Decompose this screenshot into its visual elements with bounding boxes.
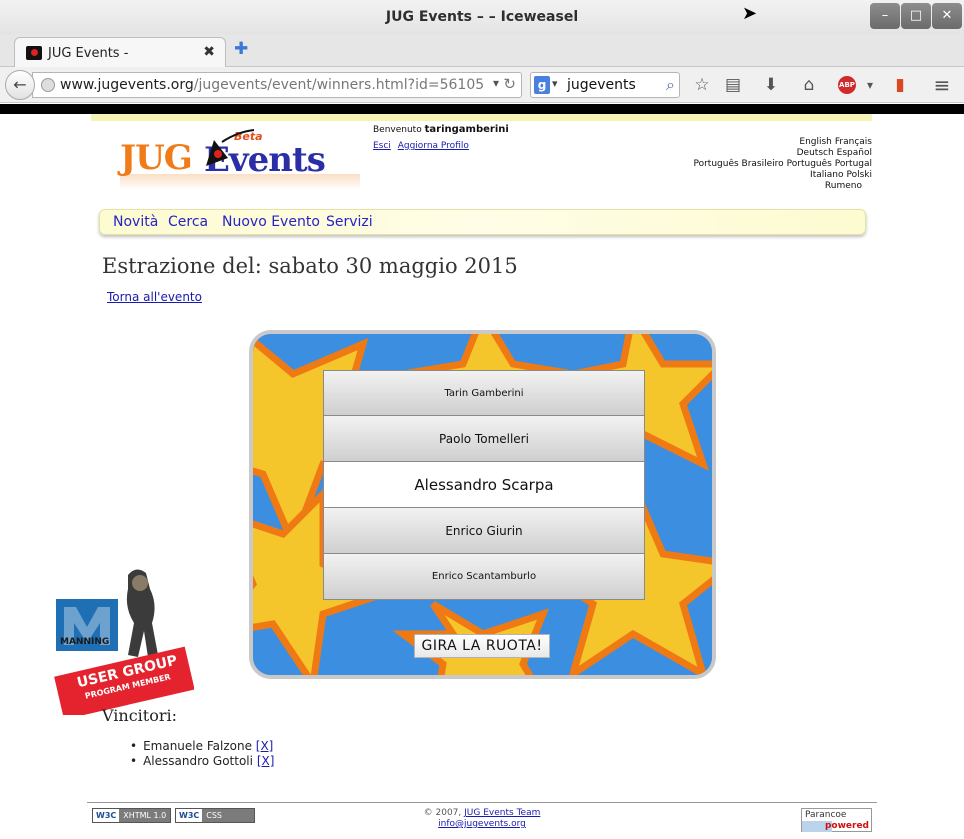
lang-german[interactable]: Deutsch (797, 148, 834, 158)
parancoe-label: Parancoe (805, 810, 847, 820)
xhtml-label: XHTML 1.0 (123, 811, 167, 820)
back-to-event-link[interactable]: Torna all'evento (107, 290, 202, 304)
tab-label: JUG Events - (48, 46, 129, 61)
team-link[interactable]: JUG Events Team (464, 808, 540, 818)
css-label: CSS (206, 811, 223, 820)
welcome-prefix: Benvenuto (373, 125, 422, 135)
window-controls: – □ ✕ (870, 3, 962, 29)
menu-item-servizi[interactable]: Servizi (326, 214, 373, 230)
page-top-bar (0, 104, 964, 114)
back-button[interactable]: ← (5, 70, 35, 100)
w3c-label: W3C (176, 809, 203, 822)
lottery-wheel: Tarin Gamberini Paolo Tomelleri Alessand… (249, 330, 716, 679)
url-host: www.jugevents.org (60, 77, 194, 93)
update-profile-link[interactable]: Aggiorna Profilo (398, 141, 469, 151)
lang-french[interactable]: Français (835, 137, 872, 147)
winners-title: Vincitori: (102, 706, 177, 725)
tab-jug-events[interactable]: JUG Events - ✖ (14, 37, 226, 68)
addon-icon[interactable]: ▮ (888, 74, 912, 96)
url-history-dropdown-icon[interactable]: ▾ (493, 76, 499, 90)
lang-english[interactable]: English (799, 137, 832, 147)
wheel-name-selected: Alessandro Scarpa (323, 461, 645, 508)
wheel-name: Tarin Gamberini (323, 370, 645, 416)
wheel-name: Enrico Scantamburlo (323, 553, 645, 600)
maximize-icon[interactable]: □ (901, 3, 931, 29)
close-icon[interactable]: ✕ (932, 3, 962, 29)
minimize-icon[interactable]: – (870, 3, 900, 29)
copyright-text: © 2007, (423, 808, 462, 818)
manning-user-group-badge[interactable]: MANNING USER GROUP PROGRAM MEMBER (54, 565, 195, 720)
navigation-toolbar: www.jugevents.org/jugevents/event/winner… (0, 67, 964, 103)
tab-close-icon[interactable]: ✖ (203, 44, 215, 60)
url-text[interactable]: www.jugevents.org/jugevents/event/winner… (60, 77, 484, 93)
email-link[interactable]: info@jugevents.org (438, 819, 526, 829)
favicon-icon (26, 46, 42, 60)
welcome-text: Benvenuto taringamberini (373, 124, 509, 135)
wheel-names: Tarin Gamberini Paolo Tomelleri Alessand… (323, 370, 645, 600)
url-bar[interactable]: www.jugevents.org/jugevents/event/winner… (32, 72, 522, 98)
new-tab-icon[interactable]: ✚ (234, 39, 248, 59)
lang-romanian[interactable]: Rumeno (825, 181, 862, 191)
spin-wheel-button[interactable]: GIRA LA RUOTA! (414, 634, 550, 658)
search-icon[interactable]: ⌕ (666, 75, 675, 95)
menu-item-novita[interactable]: Novità (113, 214, 158, 230)
google-icon[interactable]: g (534, 76, 550, 94)
remove-winner-link[interactable]: [X] (256, 739, 274, 753)
mouse-cursor-icon: ➤ (742, 3, 758, 24)
home-icon[interactable]: ⌂ (797, 74, 821, 96)
menu-item-nuovo-evento[interactable]: Nuovo Evento (222, 214, 320, 230)
winner-name: Emanuele Falzone (143, 739, 252, 753)
wheel-name: Paolo Tomelleri (323, 415, 645, 462)
footer-divider (87, 802, 877, 803)
css-validator-badge[interactable]: W3C CSS (175, 808, 255, 823)
main-menu: Novità Cerca Nuovo Evento Servizi (99, 209, 866, 235)
lang-spanish[interactable]: Español (837, 148, 872, 158)
wheel-name: Enrico Giurin (323, 507, 645, 554)
winner-name: Alessandro Gottoli (143, 754, 253, 768)
list-item: Emanuele Falzone [X] (130, 739, 274, 754)
hamburger-menu-icon[interactable]: ≡ (930, 74, 954, 96)
search-bar[interactable]: g ▾ jugevents ⌕ (530, 72, 680, 98)
search-engine-dropdown-icon[interactable]: ▾ (552, 77, 558, 90)
url-path: /jugevents/event/winners.html?id=56105 (193, 77, 485, 93)
back-arrow-icon: ← (13, 75, 27, 94)
search-input[interactable]: jugevents (567, 77, 636, 93)
window-title: JUG Events – – Iceweasel (385, 9, 579, 25)
manning-brand: MANNING (60, 637, 110, 647)
tab-strip: JUG Events - ✖ ✚ (0, 34, 964, 68)
username: taringamberini (424, 124, 509, 135)
parancoe-powered-badge[interactable]: Parancoe powered (801, 808, 872, 832)
logo-reflection (120, 174, 360, 190)
adblock-icon[interactable]: ABP (838, 76, 856, 94)
remove-winner-link[interactable]: [X] (257, 754, 275, 768)
language-selector: English Français Deutsch Español Português… (672, 137, 872, 192)
page-top-strip (91, 114, 872, 121)
w3c-label: W3C (93, 809, 120, 822)
footer-copyright: © 2007, JUG Events Team info@jugevents.o… (380, 808, 584, 830)
duke-mascot-icon (206, 129, 255, 166)
xhtml-validator-badge[interactable]: W3C XHTML 1.0 (92, 808, 172, 823)
winners-list: Emanuele Falzone [X] Alessandro Gottoli … (130, 739, 274, 769)
list-item: Alessandro Gottoli [X] (130, 754, 274, 769)
bookmarks-menu-icon[interactable]: ▤ (721, 74, 745, 96)
window-titlebar: JUG Events – – Iceweasel – □ ✕ ➤ (0, 0, 964, 34)
lang-italian[interactable]: Italiano (810, 170, 843, 180)
logout-link[interactable]: Esci (373, 141, 391, 151)
reload-icon[interactable]: ↻ (503, 75, 516, 93)
lang-portuguese-brazil[interactable]: Português Brasileiro (693, 159, 783, 169)
powered-label: powered (824, 821, 869, 831)
lang-portuguese-portugal[interactable]: Português Portugal (787, 159, 872, 169)
page-title: Estrazione del: sabato 30 maggio 2015 (102, 254, 518, 278)
lang-polish[interactable]: Polski (846, 170, 872, 180)
menu-item-cerca[interactable]: Cerca (168, 214, 208, 230)
download-icon[interactable]: ⬇ (759, 74, 783, 96)
globe-icon (41, 78, 55, 92)
bookmark-star-icon[interactable]: ☆ (690, 74, 714, 96)
jug-events-logo[interactable]: JUG Beta Events (108, 128, 368, 192)
logo-jug: JUG (120, 138, 193, 178)
user-links: Esci Aggiorna Profilo (373, 141, 473, 151)
adblock-dropdown-icon[interactable]: ▾ (858, 74, 882, 96)
